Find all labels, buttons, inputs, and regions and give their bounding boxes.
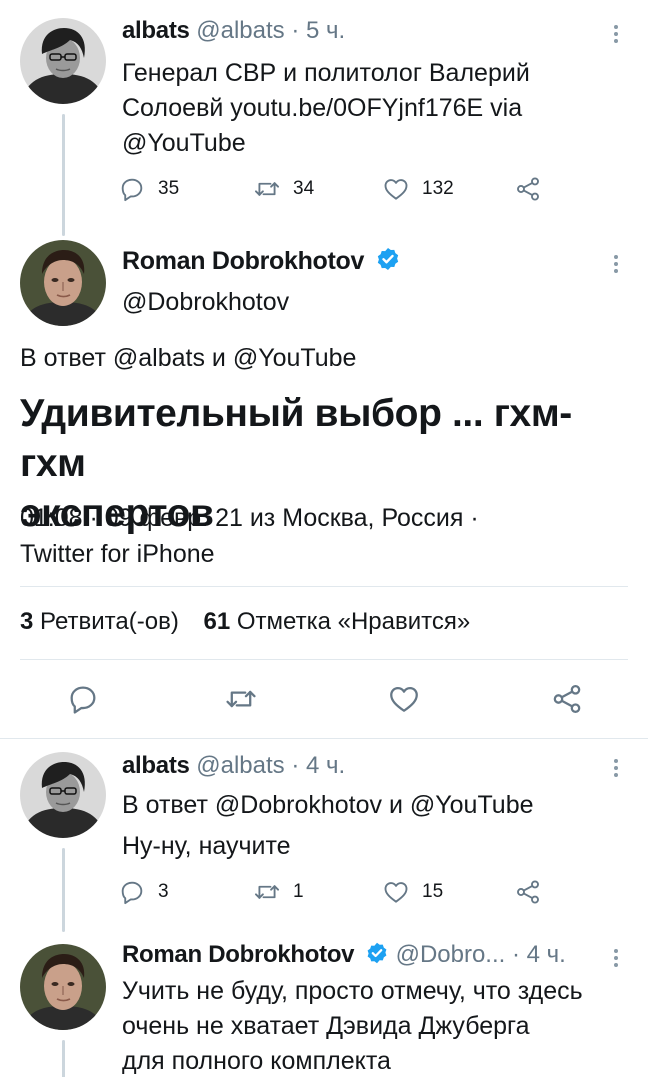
divider	[0, 738, 648, 739]
avatar-image	[20, 240, 106, 326]
tweet-text: В ответ @Dobrokhotov и @YouTube Ну-ну, н…	[122, 788, 622, 864]
tweet-metadata: 01:08 · 09 февр. 21 из Москва, Россия · …	[20, 500, 620, 572]
separator-dot: ·	[511, 941, 520, 968]
author-name-row[interactable]: Roman Dobrokhotov	[122, 246, 401, 276]
tweet-text-line[interactable]: @YouTube	[122, 126, 622, 161]
reply-to-text[interactable]: В ответ @albats и @YouTube	[20, 344, 356, 373]
like-count: 15	[422, 881, 444, 902]
like-button[interactable]: 15	[382, 878, 443, 906]
thread-line	[62, 114, 65, 236]
retweet-button[interactable]: 34	[253, 175, 314, 203]
tweet-time[interactable]: 5 ч.	[306, 17, 345, 44]
more-vertical-icon[interactable]	[608, 252, 624, 276]
heart-icon	[382, 175, 410, 203]
tweet-text-line: Учить не буду, просто отмечу, что здесь	[122, 977, 583, 1005]
share-icon	[514, 878, 542, 906]
reply-bubble-icon	[118, 175, 146, 203]
separator-dot: ·	[291, 17, 300, 44]
retweet-count: 34	[293, 178, 315, 199]
divider	[20, 586, 628, 587]
retweet-icon	[253, 175, 281, 203]
share-icon[interactable]	[550, 682, 584, 716]
avatar-image	[20, 944, 106, 1030]
tweet-header: albats @albats · 5 ч.	[122, 16, 345, 46]
main-tweet-text-line: Удивительный выбор ... гхм-гхм	[20, 392, 572, 485]
heart-icon	[382, 878, 410, 906]
tweet-actions: 3 1 15	[118, 878, 578, 908]
tweet-time[interactable]: 4 ч.	[306, 752, 345, 779]
thread-line	[62, 848, 65, 932]
retweet-count: 1	[293, 881, 304, 902]
reply-button[interactable]: 35	[118, 175, 179, 203]
more-vertical-icon[interactable]	[608, 756, 624, 780]
avatar-image	[20, 752, 106, 838]
reply-button[interactable]: 3	[118, 878, 169, 906]
more-vertical-icon[interactable]	[608, 946, 624, 970]
tweet-text-line[interactable]: Солоевй youtu.be/0OFYjnf176E via	[122, 91, 622, 126]
separator-dot: ·	[291, 752, 300, 779]
more-vertical-icon[interactable]	[608, 22, 624, 46]
thread-line	[62, 1040, 65, 1077]
reply-bubble-icon[interactable]	[66, 682, 100, 716]
client-source[interactable]: Twitter for iPhone	[20, 536, 620, 572]
retweets-label: Ретвита(-ов)	[40, 608, 179, 635]
likes-stat[interactable]: 61 Отметка «Нравится»	[204, 608, 471, 635]
author-handle[interactable]: @Dobrokhotov	[122, 288, 289, 317]
author-name[interactable]: albats	[122, 17, 190, 44]
tweet-actions: 35 34 132	[118, 175, 578, 205]
author-handle[interactable]: @albats	[196, 752, 284, 779]
tweet-text: Учить не буду, просто отмечу, что здесь …	[122, 974, 642, 1077]
author-name[interactable]: Roman Dobrokhotov	[122, 247, 364, 275]
like-count: 132	[422, 178, 454, 199]
tweet-text-line: Генерал СВР и политолог Валерий	[122, 59, 530, 87]
share-icon	[514, 175, 542, 203]
tweet-text-line: Ну-ну, научите	[122, 832, 291, 860]
retweet-icon[interactable]	[224, 682, 258, 716]
author-name[interactable]: albats	[122, 752, 190, 779]
reply-count: 35	[158, 178, 180, 199]
retweets-count: 3	[20, 608, 34, 635]
retweet-button[interactable]: 1	[253, 878, 304, 906]
likes-label: Отметка «Нравится»	[236, 608, 471, 635]
likes-count: 61	[203, 608, 231, 635]
tweet-text-line: для полного комплекта	[122, 1047, 391, 1075]
divider	[20, 659, 628, 660]
engagement-stats: 3 Ретвита(-ов) 61 Отметка «Нравится»	[20, 608, 470, 636]
reply-bubble-icon	[118, 878, 146, 906]
author-handle[interactable]: @albats	[196, 17, 284, 44]
author-name[interactable]: Roman Dobrokhotov	[122, 941, 355, 968]
avatar-roman[interactable]	[20, 240, 106, 326]
avatar-roman[interactable]	[20, 944, 106, 1030]
heart-icon[interactable]	[387, 682, 421, 716]
like-button[interactable]: 132	[382, 175, 454, 203]
avatar-image	[20, 18, 106, 104]
avatar-albats[interactable]	[20, 752, 106, 838]
verified-badge-icon	[365, 941, 389, 965]
reply-to-text[interactable]: В ответ @Dobrokhotov и @YouTube	[122, 788, 622, 823]
tweet-header: Roman Dobrokhotov @Dobro... · 4 ч.	[122, 940, 566, 970]
reply-count: 3	[158, 881, 169, 902]
author-handle[interactable]: @Dobro...	[396, 941, 506, 968]
avatar-albats[interactable]	[20, 18, 106, 104]
timestamp-location[interactable]: 01:08 · 09 февр. 21 из Москва, Россия ·	[20, 500, 620, 536]
share-button[interactable]	[514, 175, 542, 203]
verified-badge-icon	[375, 246, 401, 272]
retweet-icon	[253, 878, 281, 906]
tweet-header: albats @albats · 4 ч.	[122, 751, 345, 781]
tweet-text-line: очень не хватает Дэвида Джуберга	[122, 1012, 530, 1040]
retweets-stat[interactable]: 3 Ретвита(-ов)	[20, 608, 179, 635]
tweet-time[interactable]: 4 ч.	[527, 941, 566, 968]
main-tweet-actions	[0, 682, 648, 718]
share-button[interactable]	[514, 878, 542, 906]
tweet-text: Генерал СВР и политолог Валерий Солоевй …	[122, 56, 622, 161]
